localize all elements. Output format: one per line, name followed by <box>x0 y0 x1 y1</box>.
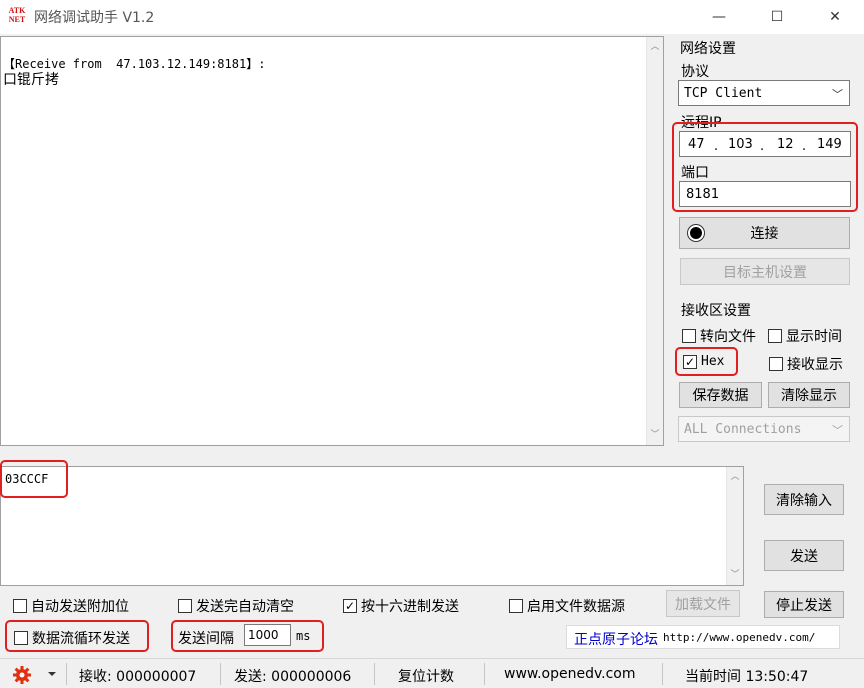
ip-dot-1: . <box>714 139 719 154</box>
remote-ip-input[interactable]: 47 . 103 . 12 . 149 <box>679 131 851 157</box>
ip-octet-2[interactable]: 103 <box>728 137 753 152</box>
send-scrollbar[interactable]: ︿ ﹀ <box>726 467 743 585</box>
checkbox-icon <box>178 599 192 613</box>
receive-count: 接收: 000000007 <box>79 669 197 685</box>
connections-select[interactable]: ALL Connections ﹀ <box>678 416 850 442</box>
close-button[interactable]: ✕ <box>812 0 858 34</box>
scroll-up-icon[interactable]: ︿ <box>727 469 743 485</box>
send-button[interactable]: 发送 <box>764 540 844 571</box>
show-time-checkbox[interactable]: 显示时间 <box>768 326 842 346</box>
ip-dot-2: . <box>760 139 765 154</box>
scroll-down-icon[interactable]: ﹀ <box>647 427 663 443</box>
recv-show-checkbox[interactable]: 接收显示 <box>769 354 843 374</box>
clear-input-button[interactable]: 清除输入 <box>764 484 844 515</box>
forum-label[interactable]: 正点原子论坛 <box>574 629 658 649</box>
receive-scrollbar[interactable]: ︿ ﹀ <box>646 37 663 445</box>
current-time: 当前时间 13:50:47 <box>685 669 809 685</box>
net-settings-title: 网络设置 <box>680 41 736 57</box>
clear-display-button[interactable]: 清除显示 <box>768 382 850 408</box>
ip-octet-3[interactable]: 12 <box>777 137 794 152</box>
recv-settings-title: 接收区设置 <box>681 303 751 319</box>
checkmark-icon: ✓ <box>683 354 697 369</box>
interval-unit: ms <box>296 629 311 643</box>
interval-input[interactable]: 1000 <box>244 624 291 646</box>
stop-send-button[interactable]: 停止发送 <box>764 591 844 618</box>
status-bar: 接收: 000000007 发送: 000000006 复位计数 www.ope… <box>0 658 864 688</box>
forum-link-box: 正点原子论坛 http://www.openedv.com/ <box>566 625 840 649</box>
chevron-down-icon: ﹀ <box>832 424 843 437</box>
port-input[interactable]: 8181 <box>679 181 851 207</box>
scroll-down-icon[interactable]: ﹀ <box>727 567 743 583</box>
auto-append-checkbox[interactable]: 自动发送附加位 <box>13 596 129 616</box>
auto-clear-checkbox[interactable]: 发送完自动清空 <box>178 596 294 616</box>
ip-octet-4[interactable]: 149 <box>817 137 842 152</box>
redirect-file-checkbox[interactable]: 转向文件 <box>682 326 756 346</box>
chevron-down-icon: ﹀ <box>832 88 843 101</box>
send-text: 03CCCF <box>5 472 49 486</box>
protocol-label: 协议 <box>681 64 709 80</box>
connect-status-icon <box>687 224 705 242</box>
remote-ip-label: 远程IP <box>681 115 722 131</box>
send-count: 发送: 000000006 <box>234 669 352 685</box>
interval-label: 发送间隔 <box>178 631 234 647</box>
ip-dot-3: . <box>802 139 807 154</box>
title-bar: ATK NET 网络调试助手 V1.2 — ☐ ✕ <box>0 0 864 34</box>
receive-area[interactable]: 【Receive from 47.103.12.149:8181】: 口锟斤拷 … <box>0 36 664 446</box>
hex-send-checkbox[interactable]: ✓ 按十六进制发送 <box>343 596 459 616</box>
send-input[interactable]: 03CCCF ︿ ﹀ <box>0 466 744 586</box>
checkbox-icon <box>769 357 783 371</box>
checkbox-icon <box>13 599 27 613</box>
connect-button[interactable]: 连接 <box>679 217 850 249</box>
file-source-checkbox[interactable]: 启用文件数据源 <box>509 596 625 616</box>
checkbox-icon <box>509 599 523 613</box>
scroll-up-icon[interactable]: ︿ <box>647 39 663 55</box>
site-url: www.openedv.com <box>504 666 636 682</box>
gear-icon[interactable] <box>12 665 32 685</box>
forum-url[interactable]: http://www.openedv.com/ <box>663 631 815 644</box>
dropdown-arrow-icon[interactable] <box>48 672 56 676</box>
target-host-button[interactable]: 目标主机设置 <box>680 258 850 285</box>
checkbox-icon <box>14 631 28 645</box>
minimize-button[interactable]: — <box>696 0 742 34</box>
checkbox-icon <box>768 329 782 343</box>
load-file-button[interactable]: 加载文件 <box>666 590 740 617</box>
protocol-select[interactable]: TCP Client ﹀ <box>678 80 850 106</box>
ip-octet-1[interactable]: 47 <box>688 137 705 152</box>
hex-display-checkbox[interactable]: ✓ Hex <box>683 354 724 369</box>
reset-count-button[interactable]: 复位计数 <box>398 666 454 686</box>
save-data-button[interactable]: 保存数据 <box>679 382 762 408</box>
port-label: 端口 <box>681 165 709 181</box>
maximize-button[interactable]: ☐ <box>754 0 800 34</box>
receive-line-2: 口锟斤拷 <box>3 72 59 88</box>
window-title: 网络调试助手 V1.2 <box>34 10 155 26</box>
checkbox-icon <box>682 329 696 343</box>
loop-send-checkbox[interactable]: 数据流循环发送 <box>14 628 130 648</box>
app-logo: ATK NET <box>8 6 26 24</box>
checkmark-icon: ✓ <box>343 599 357 613</box>
